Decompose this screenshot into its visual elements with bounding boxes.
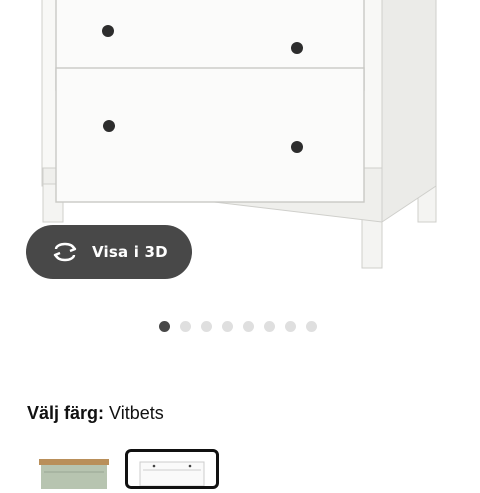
- white-chest-thumbnail: [139, 461, 205, 487]
- carousel-dot[interactable]: [264, 321, 275, 332]
- carousel-dot[interactable]: [201, 321, 212, 332]
- color-selection-label: Välj färg: Vitbets: [27, 403, 164, 424]
- carousel-dot[interactable]: [222, 321, 233, 332]
- carousel-dot[interactable]: [180, 321, 191, 332]
- view-in-3d-button[interactable]: Visa i 3D: [26, 225, 192, 279]
- carousel-dot[interactable]: [306, 321, 317, 332]
- color-selection-prefix: Välj färg:: [27, 403, 105, 423]
- white-stain-swatch[interactable]: [125, 449, 219, 489]
- carousel-dot-active[interactable]: [159, 321, 170, 332]
- carousel-dot[interactable]: [285, 321, 296, 332]
- selected-color-name: Vitbets: [109, 403, 164, 423]
- grey-green-chest-thumbnail: [39, 459, 109, 489]
- view-in-3d-label: Visa i 3D: [92, 243, 168, 261]
- carousel-dot[interactable]: [243, 321, 254, 332]
- carousel-indicator: [159, 321, 327, 332]
- grey-green-swatch[interactable]: [30, 449, 118, 489]
- rotate-360-icon: [53, 242, 77, 262]
